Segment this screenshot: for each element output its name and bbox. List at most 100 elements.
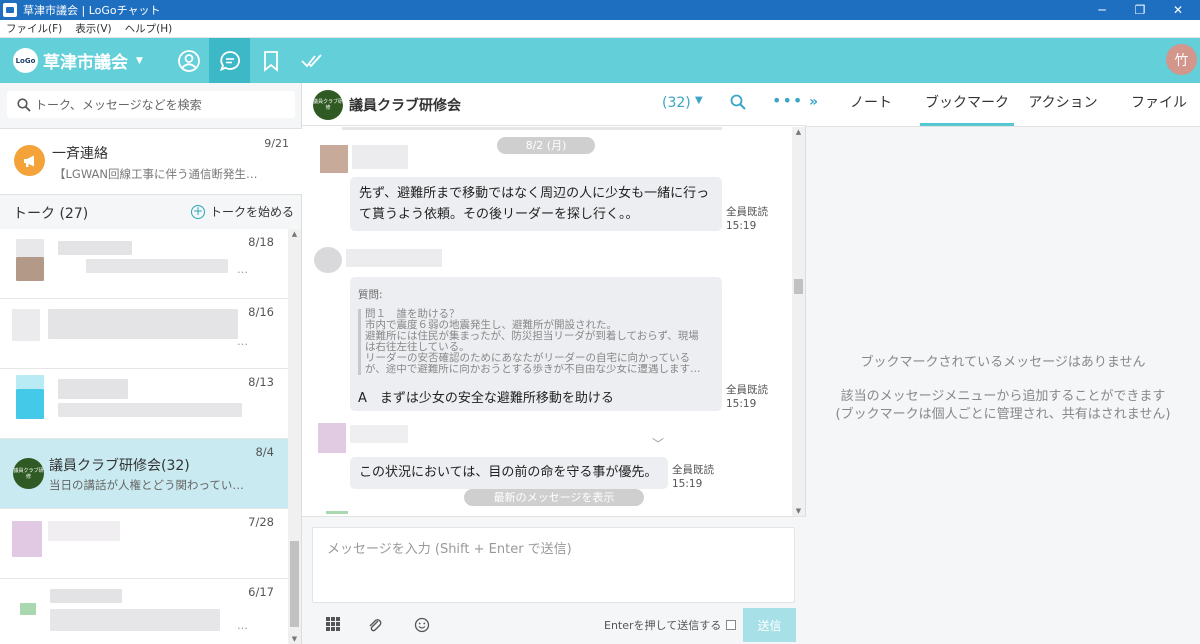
sender-name (352, 145, 408, 169)
notice-preview: 【LGWAN回線工事に伴う通信断発生… (54, 167, 258, 181)
scroll-up-icon[interactable]: ▲ (792, 128, 805, 136)
read-label: 全員既読 (726, 384, 768, 396)
scrollbar-thumb[interactable] (290, 541, 299, 627)
message-time: 15:19 (726, 220, 757, 232)
org-switcher[interactable]: LoGo 草津市議会 ▼ (13, 48, 143, 73)
chat-icon[interactable] (209, 38, 250, 83)
previous-message-edge (342, 127, 722, 130)
scroll-down-icon[interactable]: ▼ (288, 635, 301, 643)
talk-preview-ellipsis: … (237, 335, 248, 348)
message-time: 15:19 (726, 398, 757, 410)
send-button[interactable]: 送信 (743, 608, 796, 642)
talk-list-item[interactable]: 7/28 (0, 509, 288, 579)
talk-list-scrollbar[interactable]: ▲ ▼ (288, 229, 301, 644)
talk-count: トーク (27) (13, 205, 89, 222)
broadcast-notice[interactable]: 一斉連絡 【LGWAN回線工事に伴う通信断発生… 9/21 (0, 128, 302, 195)
search-input[interactable]: トーク、メッセージなどを検索 (35, 96, 202, 113)
side-panel-tabs: » ノート ブックマーク アクション ファイル (806, 83, 1200, 127)
talk-date: 8/18 (248, 235, 274, 249)
chevron-down-icon[interactable]: ▼ (695, 95, 703, 106)
scroll-up-icon[interactable]: ▲ (288, 230, 301, 238)
window-title: 草津市議会 | LoGoチャット (23, 4, 161, 17)
empty-state-hint: 該当のメッセージメニューから追加することができます (840, 389, 1166, 404)
start-talk-button[interactable]: + トークを始める (190, 203, 294, 220)
empty-state-title: ブックマークされているメッセージはありません (860, 355, 1146, 370)
group-avatar: 議員クラブ研修 (13, 458, 44, 489)
menu-help[interactable]: ヘルプ(H) (119, 21, 180, 36)
enter-to-send-option[interactable]: Enterを押して送信する (604, 617, 737, 633)
tab-note[interactable]: ノート (836, 83, 906, 126)
read-status: 全員既読 15:19 (726, 205, 768, 233)
chat-title: 議員クラブ研修会 (349, 98, 461, 114)
scroll-down-icon[interactable]: ▼ (792, 507, 805, 515)
close-button[interactable]: ✕ (1156, 0, 1200, 20)
message-scrollbar[interactable]: ▲ ▼ (792, 127, 805, 516)
notice-title: 一斉連絡 (52, 146, 108, 162)
read-status: 全員既読 15:19 (672, 463, 714, 491)
talk-date: 6/17 (248, 585, 274, 599)
apps-grid-icon[interactable] (326, 617, 340, 631)
read-label: 全員既読 (726, 206, 768, 218)
talk-title (48, 521, 120, 541)
message-composer: Enterを押して送信する 送信 (302, 516, 806, 644)
user-avatar[interactable]: 竹 (1166, 44, 1197, 75)
message-bubble[interactable]: 先ず、避難所まで移動ではなく周辺の人に少女も一緒に行っ て貰うよう依頼。その後リ… (350, 177, 722, 231)
talk-list-item[interactable]: 8/13 (0, 369, 288, 439)
check-icon[interactable] (291, 38, 332, 83)
tab-bookmark[interactable]: ブックマーク (920, 83, 1014, 126)
member-count[interactable]: (32) (662, 95, 691, 111)
date-divider: 8/2 (月) (497, 137, 595, 154)
message-text: この状況においては、目の前の命を守る事が優先。 (359, 465, 658, 480)
talk-list-item[interactable]: 8/16 … (0, 299, 288, 369)
talk-list-item-active[interactable]: 8/4 議員クラブ研修 議員クラブ研修会(32) 当日の講話が人権とどう関わって… (0, 439, 288, 509)
start-talk-label: トークを始める (209, 205, 294, 219)
talk-date: 8/13 (248, 375, 274, 389)
search-icon[interactable] (730, 94, 746, 110)
avatar (20, 603, 36, 615)
talk-title: 議員クラブ研修会(32) (49, 458, 190, 474)
quoted-text: 問１ 誰を助ける？ 市内で震度６弱の地震発生し、避難所が開設された。 避難所には… (358, 309, 714, 375)
search-box[interactable]: トーク、メッセージなどを検索 (7, 91, 295, 118)
message-bubble[interactable]: 質問: 問１ 誰を助ける？ 市内で震度６弱の地震発生し、避難所が開設された。 避… (350, 277, 722, 411)
message-input-box[interactable] (312, 527, 795, 603)
collapse-panel-icon[interactable]: » (809, 94, 818, 110)
menu-file[interactable]: ファイル(F) (0, 21, 69, 36)
chat-pane: 議員クラブ研修 議員クラブ研修会 (32) ▼ ••• 8/2 (月) 先ず、避… (302, 83, 806, 644)
avatar (16, 375, 44, 389)
message-list: 8/2 (月) 先ず、避難所まで移動ではなく周辺の人に少女も一緒に行っ て貰うよ… (302, 127, 792, 516)
menu-view[interactable]: 表示(V) (69, 21, 118, 36)
talk-preview (86, 259, 228, 273)
message-bubble[interactable]: この状況においては、目の前の命を守る事が優先。 (350, 457, 668, 489)
message-text-line: 先ず、避難所まで移動ではなく周辺の人に少女も一緒に行っ (359, 186, 710, 201)
talk-preview-ellipsis: … (237, 263, 248, 276)
talk-title (58, 379, 128, 399)
chevron-down-icon[interactable]: ﹀ (652, 435, 664, 452)
sender-avatar (314, 247, 342, 273)
menu-bar: ファイル(F) 表示(V) ヘルプ(H) (0, 20, 1200, 38)
paperclip-icon[interactable] (367, 617, 383, 633)
tab-action[interactable]: アクション (1020, 83, 1106, 126)
avatar (16, 257, 44, 281)
plus-circle-icon: + (190, 203, 205, 219)
talk-list-header: トーク (27) + トークを始める (0, 197, 302, 228)
message-time: 15:19 (672, 478, 703, 490)
talk-list-pane: トーク、メッセージなどを検索 一斉連絡 【LGWAN回線工事に伴う通信断発生… … (0, 83, 302, 644)
side-panel: » ノート ブックマーク アクション ファイル ブックマークされているメッセージ… (806, 83, 1200, 644)
tab-file[interactable]: ファイル (1122, 83, 1196, 126)
person-icon[interactable] (168, 38, 209, 83)
message-input[interactable] (313, 528, 794, 602)
emoji-icon[interactable] (414, 617, 430, 633)
bookmark-icon[interactable] (250, 38, 291, 83)
chat-header: 議員クラブ研修 議員クラブ研修会 (32) ▼ ••• (302, 83, 806, 126)
next-message-edge (326, 511, 348, 514)
more-options-icon[interactable]: ••• (772, 91, 803, 110)
show-latest-messages-button[interactable]: 最新のメッセージを表示 (464, 489, 644, 506)
talk-list-item[interactable]: 6/17 … (0, 579, 288, 644)
enter-to-send-checkbox[interactable] (726, 620, 737, 630)
notice-date: 9/21 (264, 137, 289, 150)
scrollbar-thumb[interactable] (794, 279, 803, 294)
avatar (12, 521, 42, 557)
talk-list-item[interactable]: 8/18 … (0, 229, 288, 299)
empty-state-note: (ブックマークは個人ごとに管理され、共有はされません) (835, 407, 1171, 422)
talk-title (58, 241, 132, 255)
